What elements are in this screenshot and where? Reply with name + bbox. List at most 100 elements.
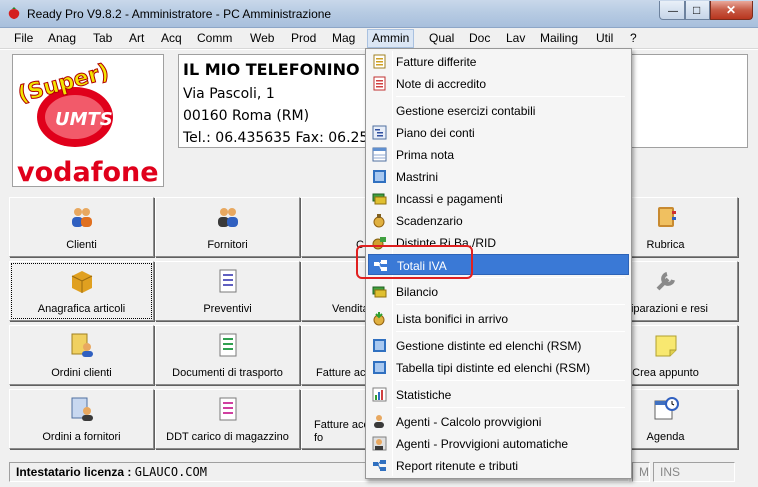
minimize-icon: — — [668, 6, 678, 17]
supplier-orders-icon — [71, 397, 93, 421]
suppliers-icon — [217, 208, 238, 227]
menu-item-gestione-esercizi[interactable]: Gestione esercizi contabili — [368, 100, 629, 121]
menu-item-label: Prima nota — [396, 148, 455, 162]
tile-label: Ordini clienti — [51, 367, 112, 379]
quote-icon — [219, 269, 236, 293]
calendar-clock-icon — [654, 397, 679, 420]
menu-separator — [396, 331, 625, 332]
address-book-icon — [657, 207, 676, 227]
tile-label: Documenti di trasporto — [172, 367, 283, 379]
customer-orders-icon — [71, 333, 93, 357]
menu-util[interactable]: Util — [596, 31, 613, 45]
menu-item-fatture-differite[interactable]: Fatture differite — [368, 51, 629, 72]
company-contacts: Tel.: 06.435635 Fax: 06.25 — [183, 130, 369, 146]
invoice-deferred-icon — [373, 54, 386, 69]
window-title: Ready Pro V9.8.2 - Amministratore - PC A… — [27, 7, 332, 21]
maximize-button[interactable]: □ — [685, 1, 710, 20]
menu-lav[interactable]: Lav — [506, 31, 525, 45]
ledger-icon — [372, 147, 387, 162]
payments-icon — [372, 193, 387, 205]
maximize-icon: □ — [693, 3, 701, 17]
menu-qual[interactable]: Qual — [429, 31, 454, 45]
company-address: Via Pascoli, 1 — [183, 86, 275, 102]
rsm-table-icon — [373, 361, 386, 374]
tile-preventivi[interactable]: Preventivi — [155, 261, 300, 321]
menu-item-label: Bilancio — [396, 285, 439, 299]
insert-indicator: INS — [653, 462, 735, 482]
tile-anagrafica-articoli[interactable]: Anagrafica articoli — [9, 261, 154, 321]
menu-item-label: Piano dei conti — [396, 126, 475, 140]
menu-separator — [396, 96, 625, 97]
menu-doc[interactable]: Doc — [469, 31, 490, 45]
menu-acq[interactable]: Acq — [161, 31, 182, 45]
menu-mag[interactable]: Mag — [332, 31, 355, 45]
box-icon — [71, 271, 92, 293]
warehouse-load-icon — [219, 397, 236, 421]
menu-item-mastrini[interactable]: Mastrini — [368, 166, 629, 187]
agent-auto-icon — [372, 436, 387, 451]
tile-label: Fatture acc fo — [314, 419, 370, 444]
menu-separator — [396, 380, 625, 381]
menu-separator — [396, 407, 625, 408]
menu-item-label: Mastrini — [396, 170, 439, 184]
tile-label: Ordini a fornitori — [42, 431, 121, 443]
tile-ddt-carico[interactable]: DDT carico di magazzino — [155, 389, 300, 449]
logo-brand-text: vodafone — [17, 157, 159, 186]
statistics-icon — [372, 387, 387, 402]
license-label: Intestatario licenza : — [16, 465, 132, 479]
menu-item-gestione-distinte-rsm[interactable]: Gestione distinte ed elenchi (RSM) — [368, 335, 629, 356]
menu-item-agenti-calcolo[interactable]: Agenti - Calcolo provvigioni — [368, 411, 629, 432]
menu-item-statistiche[interactable]: Statistiche — [368, 384, 629, 405]
strawberry-app-icon[interactable] — [7, 6, 21, 20]
logo-umts-text: UMTS — [55, 109, 113, 130]
menu-item-incassi-pagamenti[interactable]: Incassi e pagamenti — [368, 188, 629, 209]
customers-icon — [71, 208, 92, 227]
menu-anag[interactable]: Anag — [48, 31, 76, 45]
tile-label: Fornitori — [207, 239, 248, 251]
tile-fornitori[interactable]: Fornitori — [155, 197, 300, 257]
menu-item-report-ritenute[interactable]: Report ritenute e tributi — [368, 455, 629, 476]
menu-item-piano-conti[interactable]: Piano dei conti — [368, 122, 629, 143]
agent-commission-icon — [374, 415, 384, 428]
menu-item-note-accredito[interactable]: Note di accredito — [368, 73, 629, 94]
menu-item-label: Incassi e pagamenti — [396, 192, 503, 206]
menu-item-label: Scadenzario — [396, 214, 463, 228]
menu-item-bilancio[interactable]: Bilancio — [368, 281, 629, 302]
balance-icon — [372, 286, 387, 298]
minimize-button[interactable]: — — [659, 1, 685, 20]
credit-note-icon — [373, 76, 386, 91]
menu-bar: File Anag Tab Art Acq Comm Web Prod Mag … — [0, 28, 758, 49]
menu-item-tabella-tipi-rsm[interactable]: Tabella tipi distinte ed elenchi (RSM) — [368, 357, 629, 378]
tile-label: Anagrafica articoli — [37, 303, 126, 315]
menu-item-label: Lista bonifici in arrivo — [396, 312, 509, 326]
menu-item-label: Agenti - Calcolo provvigioni — [396, 415, 542, 429]
menu-file[interactable]: File — [14, 31, 33, 45]
tile-label: DDT carico di magazzino — [166, 431, 289, 443]
menu-comm[interactable]: Comm — [197, 31, 232, 45]
menu-art[interactable]: Art — [129, 31, 144, 45]
menu-item-scadenzario[interactable]: Scadenzario — [368, 210, 629, 231]
tile-ordini-fornitori[interactable]: Ordini a fornitori — [9, 389, 154, 449]
menu-item-prima-nota[interactable]: Prima nota — [368, 144, 629, 165]
menu-item-agenti-automatiche[interactable]: Agenti - Provvigioni automatiche — [368, 433, 629, 454]
deadline-icon — [373, 214, 385, 228]
menu-prod[interactable]: Prod — [291, 31, 316, 45]
tile-documenti-trasporto[interactable]: Documenti di trasporto — [155, 325, 300, 385]
menu-item-lista-bonifici[interactable]: Lista bonifici in arrivo — [368, 308, 629, 329]
menu-help[interactable]: ? — [630, 31, 637, 45]
close-button[interactable]: ✕ — [710, 1, 753, 20]
accounts-icon — [373, 170, 386, 183]
sticky-note-icon — [655, 335, 676, 357]
tile-label: Preventivi — [203, 303, 252, 315]
close-icon: ✕ — [726, 3, 737, 17]
menu-separator — [396, 304, 625, 305]
tile-clienti[interactable]: Clienti — [9, 197, 154, 257]
chart-of-accounts-icon — [372, 125, 387, 140]
menu-tab[interactable]: Tab — [93, 31, 112, 45]
tile-ordini-clienti[interactable]: Ordini clienti — [9, 325, 154, 385]
rsm-lists-icon — [373, 339, 386, 352]
menu-mailing[interactable]: Mailing — [540, 31, 578, 45]
company-name: IL MIO TELEFONINO S — [183, 60, 377, 79]
menu-ammin[interactable]: Ammin — [367, 29, 415, 48]
menu-web[interactable]: Web — [250, 31, 274, 45]
